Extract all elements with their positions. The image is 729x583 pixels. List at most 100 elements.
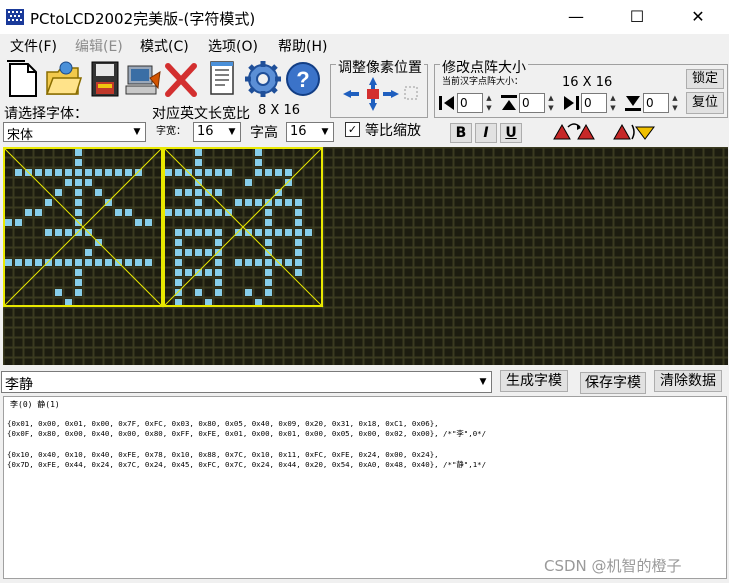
generate-button[interactable]: 生成字模 xyxy=(500,370,568,392)
save-disk-icon[interactable] xyxy=(86,58,124,100)
output-header: 李(0) 静(1) xyxy=(10,400,60,409)
pixel-on xyxy=(125,209,132,216)
pixel-on xyxy=(35,259,42,266)
delete-x-icon[interactable] xyxy=(162,58,200,100)
pixel-on xyxy=(65,229,72,236)
clear-button[interactable]: 清除数据 xyxy=(654,370,722,392)
pixel-on xyxy=(205,249,212,256)
pixel-on xyxy=(275,229,282,236)
help-icon[interactable]: ? xyxy=(284,58,322,100)
pixel-on xyxy=(75,279,82,286)
pixel-on xyxy=(175,279,182,286)
pixel-on xyxy=(235,229,242,236)
spin-top-arrows[interactable]: ▲ ▼ xyxy=(545,93,557,113)
pixel-on xyxy=(175,169,182,176)
spin-right-arrows[interactable]: ▲ ▼ xyxy=(607,93,619,113)
pixel-on xyxy=(75,229,82,236)
menu-mode[interactable]: 模式(C) xyxy=(140,36,189,56)
pixel-on xyxy=(75,209,82,216)
pixel-on xyxy=(235,259,242,266)
pixel-on xyxy=(175,259,182,266)
spin-left-arrows[interactable]: ▲ ▼ xyxy=(483,93,495,113)
pixel-on xyxy=(55,189,62,196)
pixel-on xyxy=(195,289,202,296)
pixel-on xyxy=(195,189,202,196)
proportional-checkbox[interactable]: ✓ xyxy=(345,122,360,137)
pixel-on xyxy=(45,199,52,206)
shrink-bottom-icon xyxy=(625,96,641,111)
pixel-on xyxy=(105,169,112,176)
pixel-on xyxy=(195,229,202,236)
pixel-on xyxy=(265,199,272,206)
pixel-on xyxy=(205,229,212,236)
reset-button[interactable]: 复位 xyxy=(686,92,724,114)
pixel-on xyxy=(255,299,262,306)
shrink-right-icon xyxy=(564,96,579,110)
pixel-on xyxy=(265,169,272,176)
spin-bottom-input[interactable]: 0 xyxy=(643,93,669,113)
menu-options[interactable]: 选项(O) xyxy=(208,36,258,56)
spin-right-input[interactable]: 0 xyxy=(581,93,607,113)
pixel-on xyxy=(265,279,272,286)
pixel-on xyxy=(85,249,92,256)
flip-vertical-icon[interactable] xyxy=(610,121,658,143)
computer-icon[interactable] xyxy=(124,58,162,100)
italic-button[interactable]: I xyxy=(475,123,497,143)
minimize-button[interactable]: — xyxy=(553,0,599,34)
pixel-on xyxy=(215,249,222,256)
pixel-on xyxy=(175,289,182,296)
new-file-icon[interactable] xyxy=(4,58,42,100)
underline-button[interactable]: U xyxy=(500,123,522,143)
pixel-on xyxy=(175,189,182,196)
notepad-icon[interactable] xyxy=(204,58,242,100)
app-icon xyxy=(6,9,24,25)
flip-horizontal-icon[interactable] xyxy=(550,121,598,143)
pixel-on xyxy=(75,199,82,206)
output-textarea[interactable]: 李(0) 静(1) {0x01, 0x00, 0x01, 0x00, 0x7F,… xyxy=(3,396,727,579)
pixel-on xyxy=(115,169,122,176)
font-select[interactable]: 宋体 ▼ xyxy=(3,122,146,143)
input-text-select[interactable]: 李静 ▼ xyxy=(1,371,492,393)
shrink-left-icon xyxy=(439,96,454,110)
pixel-on xyxy=(265,209,272,216)
dot-matrix-svg[interactable] xyxy=(3,147,728,365)
menu-edit[interactable]: 编辑(E) xyxy=(75,36,123,56)
output-line: {0x01, 0x00, 0x01, 0x00, 0x7F, 0xFC, 0x0… xyxy=(7,419,439,428)
spin-top-input[interactable]: 0 xyxy=(519,93,545,113)
pixel-on xyxy=(45,259,52,266)
height-label: 字高 xyxy=(250,125,278,141)
pixel-on xyxy=(195,159,202,166)
menu-file[interactable]: 文件(F) xyxy=(10,36,57,56)
move-pixel-arrows-icon[interactable] xyxy=(339,75,423,113)
height-select[interactable]: 16 ▼ xyxy=(286,122,334,142)
pixel-on xyxy=(95,189,102,196)
pixel-on xyxy=(285,169,292,176)
pixel-on xyxy=(215,169,222,176)
pixel-on xyxy=(35,169,42,176)
save-button[interactable]: 保存字模 xyxy=(580,372,646,394)
spin-controls: 0 ▲ ▼ 0 ▲ ▼ 0 ▲ ▼ 0 ▲ ▼ xyxy=(436,93,686,115)
pixel-on xyxy=(215,209,222,216)
pixel-on xyxy=(15,219,22,226)
pixel-on xyxy=(295,219,302,226)
settings-gear-icon[interactable] xyxy=(244,58,282,100)
width-select[interactable]: 16 ▼ xyxy=(193,122,241,142)
spin-left-input[interactable]: 0 xyxy=(457,93,483,113)
chevron-down-icon: ▼ xyxy=(128,123,145,141)
menu-help[interactable]: 帮助(H) xyxy=(278,36,327,56)
open-folder-icon[interactable] xyxy=(44,58,82,100)
pixel-on xyxy=(45,229,52,236)
pixel-on xyxy=(195,209,202,216)
pixel-on xyxy=(295,239,302,246)
bold-button[interactable]: B xyxy=(450,123,472,143)
pixel-on xyxy=(125,259,132,266)
pixel-on xyxy=(255,259,262,266)
dot-matrix-canvas[interactable] xyxy=(3,147,728,365)
pixel-on xyxy=(145,219,152,226)
pixel-on xyxy=(195,249,202,256)
spin-bottom-arrows[interactable]: ▲ ▼ xyxy=(669,93,681,113)
close-button[interactable]: ✕ xyxy=(675,0,721,34)
pixel-on xyxy=(205,169,212,176)
lock-button[interactable]: 锁定 xyxy=(686,69,724,89)
maximize-button[interactable]: ☐ xyxy=(614,0,660,34)
